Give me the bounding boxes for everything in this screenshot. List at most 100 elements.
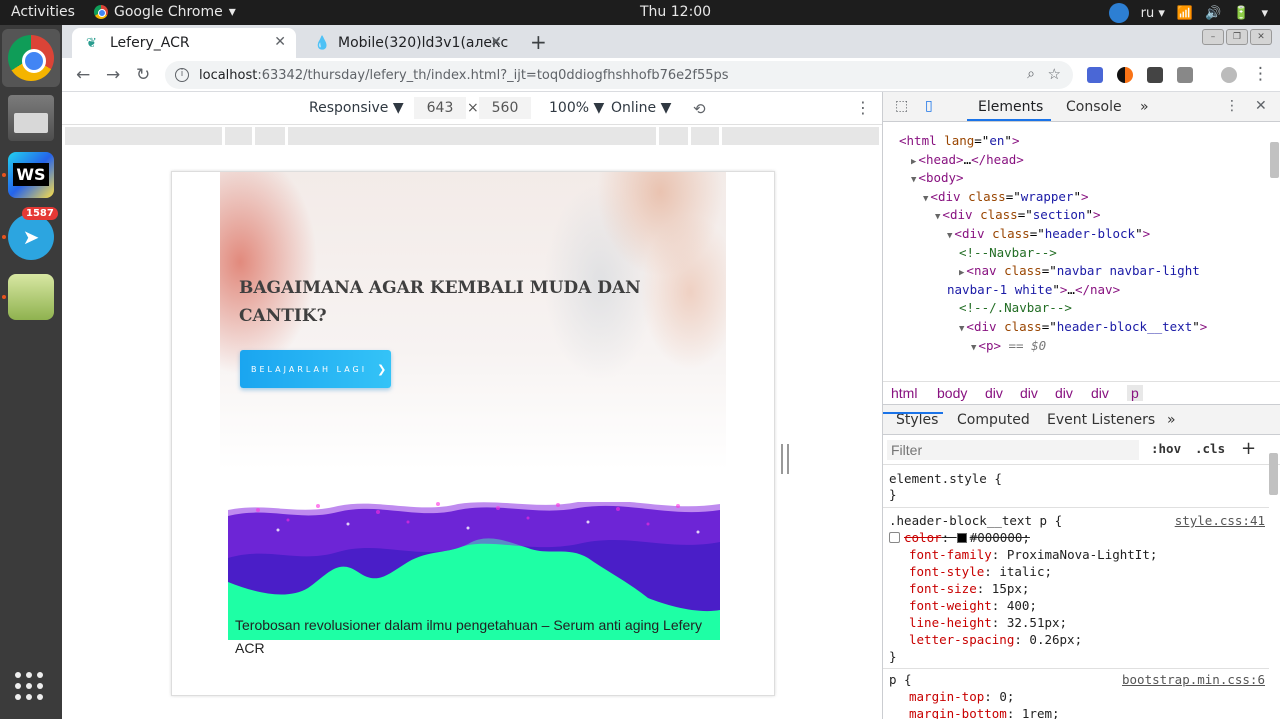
tab-mobile[interactable]: 💧 Mobile(320)ld3v1(алекса ✕	[300, 28, 512, 58]
breadcrumb-item[interactable]: div	[1091, 385, 1109, 401]
show-applications-icon[interactable]	[15, 672, 43, 700]
dom-node[interactable]: ▼ <p> == $0	[971, 337, 1046, 357]
more-options-icon[interactable]: ⋮	[855, 98, 871, 117]
zoom-icon[interactable]: ⌕	[1027, 66, 1035, 82]
input-method-icon[interactable]	[1108, 3, 1129, 23]
battery-icon[interactable]: 🔋	[1233, 6, 1249, 21]
extension-icon[interactable]	[1177, 67, 1193, 83]
hover-state-toggle[interactable]: :hov	[1151, 441, 1181, 456]
inspect-element-icon[interactable]: ⬚	[895, 98, 908, 114]
maximize-button[interactable]: ❐	[1226, 29, 1248, 45]
menu-kebab-icon[interactable]: ⋮	[1252, 64, 1269, 84]
info-icon[interactable]: i	[175, 68, 189, 82]
breadcrumb-item[interactable]: div	[985, 385, 1003, 401]
declaration-checkbox[interactable]	[889, 532, 900, 543]
declaration[interactable]: font-size: 15px;	[909, 581, 1029, 598]
tab-event-listeners[interactable]: Event Listeners	[1047, 412, 1155, 428]
scrollbar[interactable]	[1269, 453, 1278, 495]
rotate-icon[interactable]: ⟲	[693, 100, 706, 118]
declaration-color[interactable]: color: #000000;	[889, 530, 1030, 547]
close-window-button[interactable]: ✕	[1250, 29, 1272, 45]
learn-more-button[interactable]: BELAJARLAH LAGI ❯	[240, 350, 391, 388]
media-query-segment[interactable]	[722, 127, 879, 145]
tab-elements[interactable]: Elements	[978, 99, 1043, 115]
tab-lefery[interactable]: ❦ Lefery_ACR ✕	[72, 28, 296, 58]
declaration[interactable]: line-height: 32.51px;	[909, 615, 1067, 632]
breadcrumb-item[interactable]: p	[1127, 385, 1143, 401]
dock-chrome-icon[interactable]	[8, 35, 54, 81]
dom-node[interactable]: <!--Navbar-->	[959, 244, 1057, 263]
media-query-segment[interactable]	[225, 127, 252, 145]
breadcrumb-item[interactable]: html	[891, 385, 917, 401]
volume-icon[interactable]: 🔊	[1205, 6, 1221, 21]
media-query-segment[interactable]	[65, 127, 222, 145]
extension-icon[interactable]	[1117, 67, 1133, 83]
scrollbar[interactable]	[1270, 142, 1279, 178]
new-tab-button[interactable]: +	[530, 30, 547, 54]
declaration[interactable]: letter-spacing: 0.26px;	[909, 632, 1082, 649]
viewport-width-input[interactable]: 643	[414, 97, 466, 119]
zoom-select[interactable]: 100% ▼	[549, 100, 604, 116]
color-swatch[interactable]	[956, 533, 967, 543]
back-arrow-icon[interactable]: ←	[76, 65, 90, 85]
declaration[interactable]: margin-bottom: 1rem;	[909, 706, 1060, 719]
dock-telegram-icon[interactable]: ➤	[8, 214, 54, 260]
media-query-segment[interactable]	[691, 127, 719, 145]
profile-avatar-icon[interactable]	[1221, 67, 1237, 83]
dom-node[interactable]: navbar-1 white">…</nav>	[947, 281, 1120, 300]
address-bar[interactable]: i localhost:63342/thursday/lefery_th/ind…	[165, 61, 1073, 89]
forward-arrow-icon[interactable]: →	[106, 65, 120, 85]
reload-icon[interactable]: ↻	[136, 65, 150, 85]
rule-selector[interactable]: element.style {	[889, 471, 1002, 488]
dock-image-viewer-icon[interactable]	[8, 274, 54, 320]
media-query-segment[interactable]	[659, 127, 688, 145]
dom-node[interactable]: <!--/.Navbar-->	[959, 299, 1072, 318]
dom-node[interactable]: ▶ <nav class="navbar navbar-light	[959, 262, 1200, 283]
device-toggle-icon[interactable]: ▯	[925, 98, 933, 114]
chevron-down-icon[interactable]: ▾	[1261, 6, 1268, 21]
viewport-height-input[interactable]: 560	[479, 97, 531, 119]
dom-node[interactable]: <html lang="en">	[899, 132, 1019, 151]
dom-tree[interactable]: <html lang="en"> ▶ <head>…</head> ▼ <body> ▼ <…	[883, 122, 1280, 357]
dom-node[interactable]: ▼ <div class="header-block__text">	[959, 318, 1207, 339]
more-tabs-button[interactable]: »	[1167, 412, 1176, 428]
breadcrumb-item[interactable]: div	[1055, 385, 1073, 401]
bookmark-star-icon[interactable]: ☆	[1048, 65, 1061, 83]
tab-console[interactable]: Console	[1066, 99, 1122, 115]
dom-node[interactable]: ▼ <div class="section">	[935, 206, 1101, 227]
tab-computed[interactable]: Computed	[957, 412, 1030, 428]
translate-extension-icon[interactable]	[1087, 67, 1103, 83]
dock-files-icon[interactable]	[8, 95, 54, 141]
dock-webstorm-icon[interactable]: WS	[8, 152, 54, 198]
device-mode-select[interactable]: Responsive ▼	[309, 100, 404, 116]
dom-node[interactable]: ▶ <head>…</head>	[911, 151, 1024, 172]
network-throttle-select[interactable]: Online ▼	[611, 100, 671, 116]
rule-selector[interactable]: p {	[889, 672, 912, 689]
close-icon[interactable]: ✕	[1255, 98, 1267, 114]
declaration[interactable]: font-weight: 400;	[909, 598, 1037, 615]
breadcrumb-item[interactable]: div	[1020, 385, 1038, 401]
resize-handle-right[interactable]	[781, 444, 789, 474]
media-query-segment[interactable]	[255, 127, 285, 145]
declaration[interactable]: font-style: italic;	[909, 564, 1052, 581]
media-query-segment[interactable]	[288, 127, 656, 145]
clock[interactable]: Thu 12:00	[640, 4, 711, 20]
rule-source-link[interactable]: style.css:41	[1175, 513, 1265, 530]
rule-selector[interactable]: .header-block__text p {	[889, 513, 1062, 530]
tab-styles[interactable]: Styles	[896, 412, 938, 428]
declaration[interactable]: margin-top: 0;	[909, 689, 1014, 706]
minimize-button[interactable]: –	[1202, 29, 1224, 45]
close-icon[interactable]: ✕	[490, 34, 502, 50]
dom-node[interactable]: ▼ <body>	[911, 169, 964, 190]
declaration[interactable]: font-family: ProximaNova-LightIt;	[909, 547, 1157, 564]
more-options-icon[interactable]: ⋮	[1225, 98, 1239, 114]
wifi-icon[interactable]: 📶	[1177, 6, 1193, 21]
close-icon[interactable]: ✕	[274, 34, 286, 50]
shield-extension-icon[interactable]	[1147, 67, 1163, 83]
app-menu[interactable]: Google Chrome ▾	[94, 4, 236, 20]
language-indicator[interactable]: ru ▾	[1141, 6, 1165, 21]
dom-node[interactable]: ▼ <div class="wrapper">	[923, 188, 1089, 209]
class-toggle[interactable]: .cls	[1195, 441, 1225, 456]
system-tray[interactable]: ru ▾ 📶 🔊 🔋 ▾	[1108, 3, 1268, 23]
activities-button[interactable]: Activities	[11, 4, 75, 20]
